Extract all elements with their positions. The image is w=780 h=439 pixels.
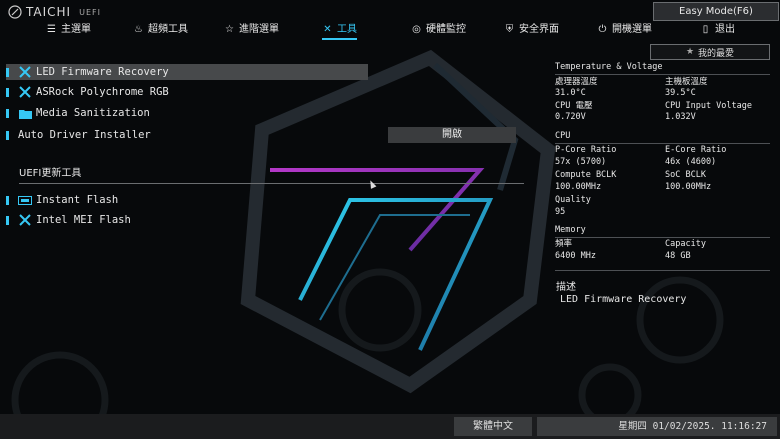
cpu-temp-label: 處理器溫度	[555, 77, 598, 87]
flame-icon: ♨	[134, 24, 143, 35]
tab-tools[interactable]: ✕ 工具	[322, 22, 357, 40]
tools-icon	[18, 214, 32, 226]
cpu-voltage-value: 0.720V	[555, 112, 586, 122]
uefi-update-section-title: UEFI更新工具	[19, 168, 82, 179]
mb-temp-label: 主機板溫度	[665, 77, 708, 87]
description-text: LED Firmware Recovery	[560, 294, 687, 305]
tab-oc-tweaker[interactable]: ♨ 超頻工具	[133, 22, 188, 38]
menu-item-auto-driver-installer[interactable]: Auto Driver Installer	[6, 127, 381, 143]
memory-capacity-label: Capacity	[665, 239, 706, 249]
soc-bclk-label: SoC BCLK	[665, 170, 706, 180]
tools-icon: ✕	[323, 24, 332, 35]
description-title: 描述	[556, 282, 576, 293]
bios-chip-icon	[18, 195, 32, 205]
menu-item-label: Media Sanitization	[36, 107, 150, 119]
item-marker	[6, 195, 9, 205]
star-icon: ★	[685, 47, 695, 57]
menu-item-label: Instant Flash	[36, 194, 119, 206]
tab-hw-monitor[interactable]: ◎ 硬體監控	[411, 22, 466, 38]
tab-label: 硬體監控	[426, 24, 466, 35]
menu-item-intel-mei-flash[interactable]: Intel MEI Flash	[6, 212, 368, 228]
easy-mode-button[interactable]: Easy Mode(F6)	[653, 2, 779, 21]
tab-advanced[interactable]: ☆ 進階選單	[224, 22, 279, 38]
tab-main[interactable]: ☰ 主選單	[46, 22, 91, 38]
monitor-icon: ◎	[412, 24, 421, 35]
ecore-ratio-label: E-Core Ratio	[665, 145, 727, 155]
menu-item-led-firmware-recovery[interactable]: LED Firmware Recovery	[6, 64, 368, 80]
datetime-display: 星期四 01/02/2025. 11:16:27	[537, 417, 777, 436]
tab-label: 超頻工具	[148, 24, 188, 35]
soc-bclk-value: 100.00MHz	[665, 182, 712, 192]
tab-label: 工具	[337, 24, 357, 35]
ecore-ratio-value: 46x (4600)	[665, 157, 717, 167]
tab-exit[interactable]: ▯ 退出	[700, 22, 735, 38]
menu-item-instant-flash[interactable]: Instant Flash	[6, 192, 368, 208]
exit-icon: ▯	[702, 24, 709, 35]
folder-icon	[18, 108, 32, 119]
favorites-button[interactable]: ★ 我的最愛	[650, 44, 770, 60]
main-nav: ☰ 主選單 ♨ 超頻工具 ☆ 進階選單 ✕ 工具 ◎ 硬體監控 ⛨ 安全界面 ⏻…	[0, 22, 780, 40]
tab-label: 開機選單	[612, 24, 652, 35]
memory-frequency-value: 6400 MHz	[555, 251, 596, 261]
cpu-input-voltage-value: 1.032V	[665, 112, 696, 122]
menu-item-media-sanitization[interactable]: Media Sanitization	[6, 105, 368, 121]
item-marker	[6, 87, 9, 97]
brand-name: TAICHI	[26, 5, 72, 19]
star-icon: ☆	[225, 24, 234, 35]
tab-boot[interactable]: ⏻ 開機選單	[597, 22, 652, 38]
taichi-logo-icon	[8, 5, 22, 19]
item-marker	[6, 130, 9, 140]
uefi-label: UEFI	[79, 7, 101, 17]
pcore-ratio-label: P-Core Ratio	[555, 145, 617, 155]
cpu-voltage-label: CPU 電壓	[555, 101, 593, 111]
cpu-section-title: CPU	[555, 131, 571, 141]
pcore-ratio-value: 57x (5700)	[555, 157, 607, 167]
shield-icon: ⛨	[505, 24, 514, 35]
info-divider	[555, 74, 770, 75]
language-button[interactable]: 繁體中文	[454, 417, 532, 436]
menu-item-label: Intel MEI Flash	[36, 214, 131, 226]
compute-bclk-value: 100.00MHz	[555, 182, 602, 192]
info-divider	[555, 143, 770, 144]
quality-label: Quality	[555, 195, 591, 205]
tab-label: 退出	[715, 24, 735, 35]
mb-temp-value: 39.5°C	[665, 88, 696, 98]
memory-frequency-label: 頻率	[555, 239, 573, 249]
memory-capacity-value: 48 GB	[665, 251, 691, 261]
tab-security[interactable]: ⛨ 安全界面	[504, 22, 559, 38]
info-divider	[555, 237, 770, 238]
favorites-label: 我的最愛	[698, 48, 735, 59]
section-divider	[19, 183, 524, 184]
tools-icon	[18, 86, 32, 98]
compute-bclk-label: Compute BCLK	[555, 170, 617, 180]
open-button[interactable]: 開啟	[388, 127, 516, 143]
menu-item-label: ASRock Polychrome RGB	[36, 86, 169, 98]
list-icon: ☰	[47, 24, 56, 35]
item-marker	[6, 108, 9, 118]
temp-voltage-title: Temperature & Voltage	[555, 62, 663, 72]
cpu-temp-value: 31.0°C	[555, 88, 586, 98]
menu-item-polychrome-rgb[interactable]: ASRock Polychrome RGB	[6, 84, 368, 100]
power-icon: ⏻	[598, 24, 607, 35]
menu-item-label: LED Firmware Recovery	[36, 66, 169, 78]
tab-label: 安全界面	[519, 24, 559, 35]
item-marker	[6, 67, 9, 77]
memory-section-title: Memory	[555, 225, 586, 235]
item-marker	[6, 215, 9, 225]
quality-value: 95	[555, 207, 566, 217]
menu-item-label: Auto Driver Installer	[18, 129, 151, 141]
cpu-input-voltage-label: CPU Input Voltage	[665, 101, 752, 111]
tab-label: 進階選單	[239, 24, 279, 35]
brand-logo: TAICHI UEFI	[8, 5, 101, 19]
info-divider	[555, 270, 770, 271]
tab-label: 主選單	[61, 24, 91, 35]
tools-icon	[18, 66, 32, 78]
